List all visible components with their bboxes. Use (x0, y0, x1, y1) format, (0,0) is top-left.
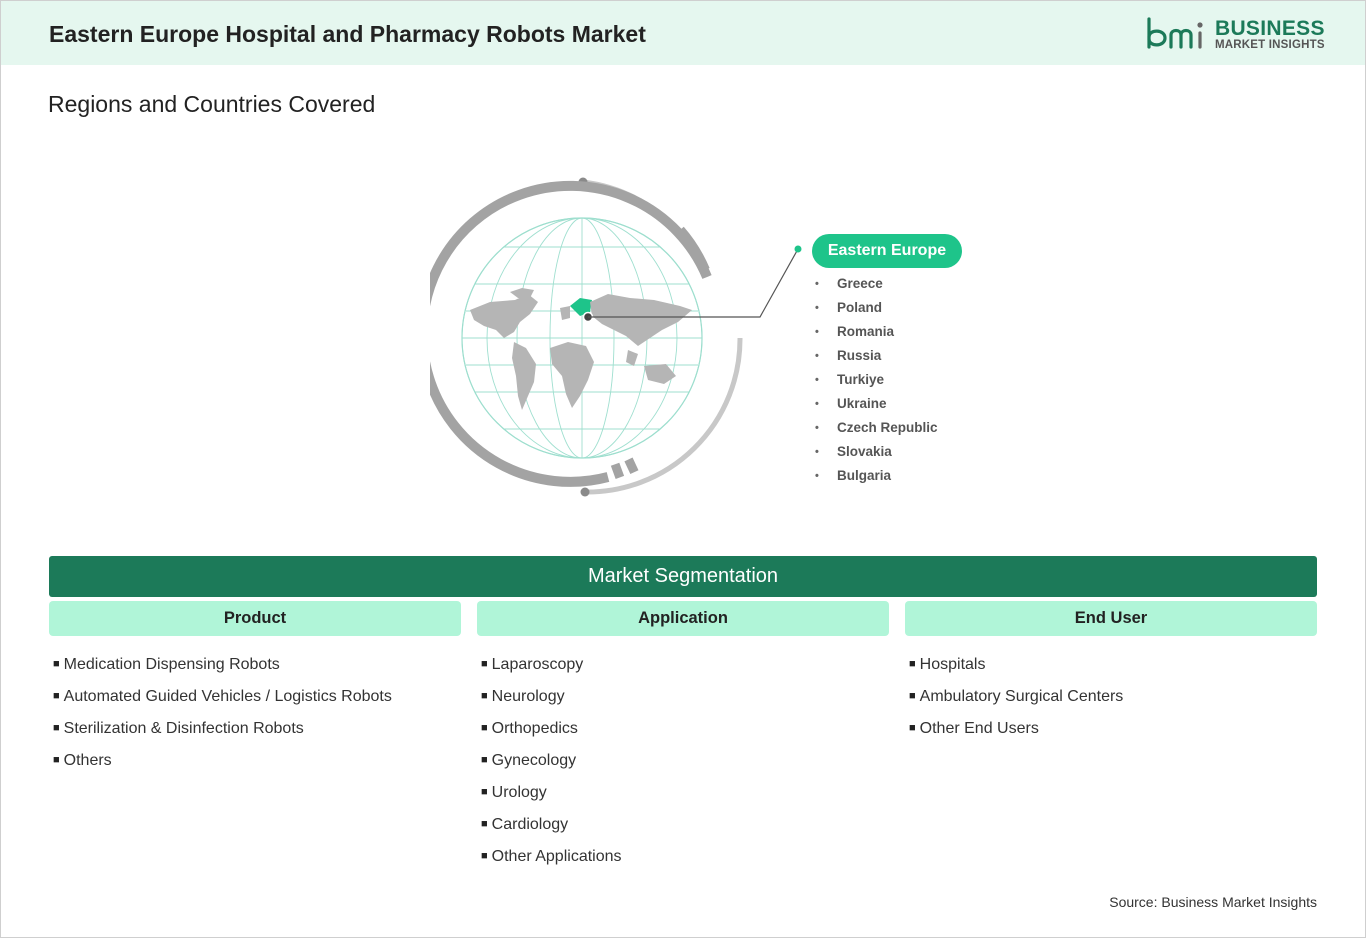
column-header-application: Application (477, 601, 889, 636)
list-item: ■ Orthopedics (481, 718, 622, 750)
list-item: ■ Ambulatory Surgical Centers (909, 686, 1123, 718)
application-list: ■ Laparoscopy ■ Neurology ■ Orthopedics ■ Gy… (481, 654, 622, 878)
region-badge-eastern-europe: Eastern Europe (812, 234, 962, 268)
country-item: Slovakia (812, 442, 938, 466)
country-item: Greece (812, 274, 938, 298)
list-item-label: Others (63, 752, 112, 769)
header-bar: Eastern Europe Hospital and Pharmacy Rob… (1, 1, 1365, 65)
list-item-label: Sterilization & Disinfection Robots (63, 720, 304, 737)
country-item: Ukraine (812, 394, 938, 418)
bmi-logo-mark (1147, 17, 1203, 49)
page-title: Eastern Europe Hospital and Pharmacy Rob… (49, 21, 646, 47)
column-header-end-user: End User (905, 601, 1317, 636)
list-item-label: Automated Guided Vehicles / Logistics Ro… (63, 688, 392, 705)
column-header-product: Product (49, 601, 461, 636)
list-item: ■ Medication Dispensing Robots (53, 654, 392, 686)
ring-dot-bottom (580, 487, 590, 497)
bullet-square-icon: ■ (53, 722, 60, 734)
list-item-label: Neurology (491, 688, 565, 705)
list-item: ■ Neurology (481, 686, 622, 718)
list-item-label: Medication Dispensing Robots (63, 656, 280, 673)
bullet-square-icon: ■ (909, 722, 916, 734)
list-item: ■ Automated Guided Vehicles / Logistics R… (53, 686, 392, 718)
country-item: Russia (812, 346, 938, 370)
list-item-label: Orthopedics (491, 720, 578, 737)
list-item-label: Hospitals (919, 656, 986, 673)
list-item: ■ Sterilization & Disinfection Robots (53, 718, 392, 750)
list-item: ■ Others (53, 750, 392, 782)
bullet-square-icon: ■ (909, 658, 916, 670)
market-segmentation-banner: Market Segmentation (49, 556, 1317, 597)
bullet-square-icon: ■ (53, 754, 60, 766)
country-item: Bulgaria (812, 466, 938, 490)
list-item-label: Other Applications (491, 848, 622, 865)
logo-text-business: BUSINESS (1215, 17, 1325, 40)
country-item: Romania (812, 322, 938, 346)
list-item-label: Urology (491, 784, 547, 801)
country-list: Greece Poland Romania Russia Turkiye Ukr… (812, 274, 938, 490)
list-item: ■ Gynecology (481, 750, 622, 782)
bullet-square-icon: ■ (53, 690, 60, 702)
bullet-square-icon: ■ (481, 754, 488, 766)
list-item-label: Gynecology (491, 752, 577, 769)
bullet-square-icon: ■ (481, 850, 488, 862)
bullet-square-icon: ■ (481, 690, 488, 702)
list-item-label: Ambulatory Surgical Centers (919, 688, 1124, 705)
bullet-square-icon: ■ (909, 690, 916, 702)
country-item: Poland (812, 298, 938, 322)
list-item: ■ Other Applications (481, 846, 622, 878)
bullet-square-icon: ■ (53, 658, 60, 670)
product-list: ■ Medication Dispensing Robots ■ Automated… (53, 654, 392, 782)
list-item: ■ Laparoscopy (481, 654, 622, 686)
end-user-list: ■ Hospitals ■ Ambulatory Surgical Centers … (909, 654, 1123, 750)
list-item: ■ Other End Users (909, 718, 1123, 750)
source-note: Source: Business Market Insights (1109, 894, 1317, 910)
bullet-square-icon: ■ (481, 722, 488, 734)
country-item: Turkiye (812, 370, 938, 394)
bullet-square-icon: ■ (481, 786, 488, 798)
bullet-square-icon: ■ (481, 658, 488, 670)
logo-text-market-insights: MARKET INSIGHTS (1215, 39, 1325, 51)
country-item: Czech Republic (812, 418, 938, 442)
bmi-logo: BUSINESS MARKET INSIGHTS (1145, 15, 1325, 55)
list-item: ■ Urology (481, 782, 622, 814)
bullet-square-icon: ■ (481, 818, 488, 830)
list-item-label: Other End Users (919, 720, 1039, 737)
list-item-label: Cardiology (491, 816, 569, 833)
list-item: ■ Hospitals (909, 654, 1123, 686)
regions-heading: Regions and Countries Covered (48, 91, 376, 117)
list-item-label: Laparoscopy (491, 656, 584, 673)
list-item: ■ Cardiology (481, 814, 622, 846)
